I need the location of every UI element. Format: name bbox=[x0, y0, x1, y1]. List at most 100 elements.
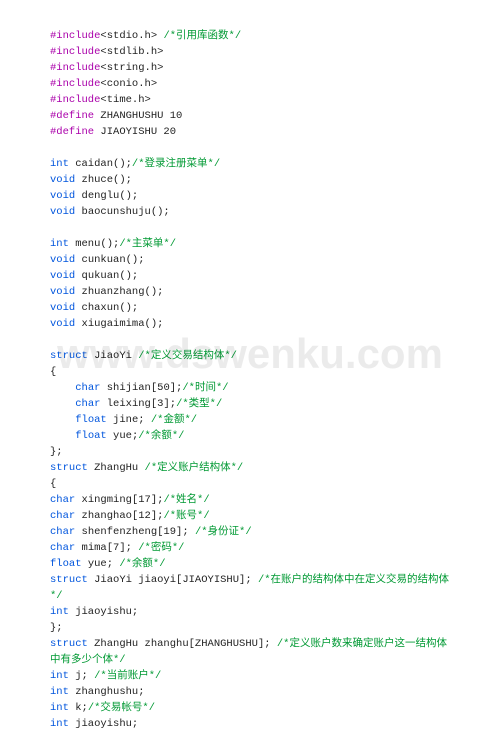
code-token: /*引用库函数*/ bbox=[163, 30, 241, 42]
code-token: void bbox=[50, 302, 75, 314]
code-token: /*定义交易结构体*/ bbox=[138, 350, 237, 362]
code-line: int jiaoyishu; bbox=[50, 716, 460, 732]
code-token: char bbox=[75, 382, 100, 394]
code-token: /*金额*/ bbox=[151, 414, 197, 426]
code-token: <string.h> bbox=[100, 62, 163, 74]
code-token: ZhangHu zhanghu[ZHANGHUSHU]; bbox=[88, 638, 277, 650]
code-token: zhuce(); bbox=[75, 174, 132, 186]
code-token: /*在账户的结构体中在定义交易的结构体 bbox=[258, 574, 449, 586]
code-token: int bbox=[50, 606, 69, 618]
code-token bbox=[50, 430, 75, 442]
code-token: void bbox=[50, 190, 75, 202]
code-token: <stdio.h> bbox=[100, 30, 163, 42]
code-token: float bbox=[50, 558, 82, 570]
code-line: 中有多少个体*/ bbox=[50, 652, 460, 668]
code-token: { bbox=[50, 478, 56, 490]
code-token: { bbox=[50, 366, 56, 378]
code-token: void bbox=[50, 286, 75, 298]
code-token: xingming[17]; bbox=[75, 494, 163, 506]
code-token: /*账号*/ bbox=[163, 510, 209, 522]
code-token: }; bbox=[50, 446, 63, 458]
code-line: }; bbox=[50, 444, 460, 460]
code-line: }; bbox=[50, 620, 460, 636]
code-token: jiaoyishu; bbox=[69, 606, 138, 618]
code-token: /*当前账户*/ bbox=[94, 670, 161, 682]
code-token: yue; bbox=[82, 558, 120, 570]
code-token: struct bbox=[50, 638, 88, 650]
code-token: /*交易帐号*/ bbox=[88, 702, 155, 714]
code-line: #include<stdlib.h> bbox=[50, 44, 460, 60]
code-line: char shijian[50];/*时间*/ bbox=[50, 380, 460, 396]
code-token: /*密码*/ bbox=[138, 542, 184, 554]
code-token: int bbox=[50, 686, 69, 698]
code-token: caidan(); bbox=[69, 158, 132, 170]
code-token: mima[7]; bbox=[75, 542, 138, 554]
code-token: baocunshuju(); bbox=[75, 206, 170, 218]
code-token: yue; bbox=[107, 430, 139, 442]
code-line: char zhanghao[12];/*账号*/ bbox=[50, 508, 460, 524]
code-line: float yue; /*余额*/ bbox=[50, 556, 460, 572]
code-token: int bbox=[50, 718, 69, 730]
code-token: struct bbox=[50, 462, 88, 474]
code-token: cunkuan(); bbox=[75, 254, 144, 266]
code-token: void bbox=[50, 206, 75, 218]
code-line bbox=[50, 140, 460, 156]
code-token: chaxun(); bbox=[75, 302, 138, 314]
code-token: void bbox=[50, 270, 75, 282]
code-token: void bbox=[50, 254, 75, 266]
code-token: /*时间*/ bbox=[182, 382, 228, 394]
code-token: char bbox=[50, 542, 75, 554]
code-token: jine; bbox=[107, 414, 151, 426]
code-token: #include bbox=[50, 78, 100, 90]
code-token: /*姓名*/ bbox=[163, 494, 209, 506]
code-token: char bbox=[75, 398, 100, 410]
code-line: void denglu(); bbox=[50, 188, 460, 204]
code-line: struct JiaoYi /*定义交易结构体*/ bbox=[50, 348, 460, 364]
code-token: leixing[3]; bbox=[100, 398, 176, 410]
code-token: menu(); bbox=[69, 238, 119, 250]
code-token: #include bbox=[50, 94, 100, 106]
code-token: <conio.h> bbox=[100, 78, 157, 90]
code-token: float bbox=[75, 430, 107, 442]
code-token: /*类型*/ bbox=[176, 398, 222, 410]
code-token: #define bbox=[50, 126, 94, 138]
code-line: int caidan();/*登录注册菜单*/ bbox=[50, 156, 460, 172]
code-token: /*主菜单*/ bbox=[119, 238, 176, 250]
code-token: /*定义账户数来确定账户这一结构体 bbox=[277, 638, 447, 650]
code-line: void chaxun(); bbox=[50, 300, 460, 316]
code-line: void zhuce(); bbox=[50, 172, 460, 188]
code-line: char xingming[17];/*姓名*/ bbox=[50, 492, 460, 508]
code-token: int bbox=[50, 670, 69, 682]
code-line: struct ZhangHu zhanghu[ZHANGHUSHU]; /*定义… bbox=[50, 636, 460, 652]
code-line: #define ZHANGHUSHU 10 bbox=[50, 108, 460, 124]
code-token: zhuanzhang(); bbox=[75, 286, 163, 298]
code-line: #include<conio.h> bbox=[50, 76, 460, 92]
code-line: float jine; /*金额*/ bbox=[50, 412, 460, 428]
code-line: void xiugaimima(); bbox=[50, 316, 460, 332]
code-token: #include bbox=[50, 30, 100, 42]
code-token: /*余额*/ bbox=[138, 430, 184, 442]
code-token: int bbox=[50, 238, 69, 250]
code-token: ZHANGHUSHU 10 bbox=[94, 110, 182, 122]
code-line: char leixing[3];/*类型*/ bbox=[50, 396, 460, 412]
code-token: JiaoYi jiaoyi[JIAOYISHU]; bbox=[88, 574, 258, 586]
code-token: zhanghushu; bbox=[69, 686, 145, 698]
code-token: JIAOYISHU 20 bbox=[94, 126, 176, 138]
code-token: shenfenzheng[19]; bbox=[75, 526, 195, 538]
code-token: jiaoyishu; bbox=[69, 718, 138, 730]
code-line: struct ZhangHu /*定义账户结构体*/ bbox=[50, 460, 460, 476]
code-token: zhanghao[12]; bbox=[75, 510, 163, 522]
code-line: #include<time.h> bbox=[50, 92, 460, 108]
code-line: int zhanghushu; bbox=[50, 684, 460, 700]
code-token: qukuan(); bbox=[75, 270, 138, 282]
code-token: }; bbox=[50, 622, 63, 634]
code-line bbox=[50, 220, 460, 236]
code-token: ZhangHu bbox=[88, 462, 145, 474]
code-token: xiugaimima(); bbox=[75, 318, 163, 330]
code-token: /*余额*/ bbox=[119, 558, 165, 570]
code-token: 中有多少个体*/ bbox=[50, 654, 126, 666]
code-token: void bbox=[50, 318, 75, 330]
code-line: void cunkuan(); bbox=[50, 252, 460, 268]
code-line: int menu();/*主菜单*/ bbox=[50, 236, 460, 252]
code-line: int k;/*交易帐号*/ bbox=[50, 700, 460, 716]
